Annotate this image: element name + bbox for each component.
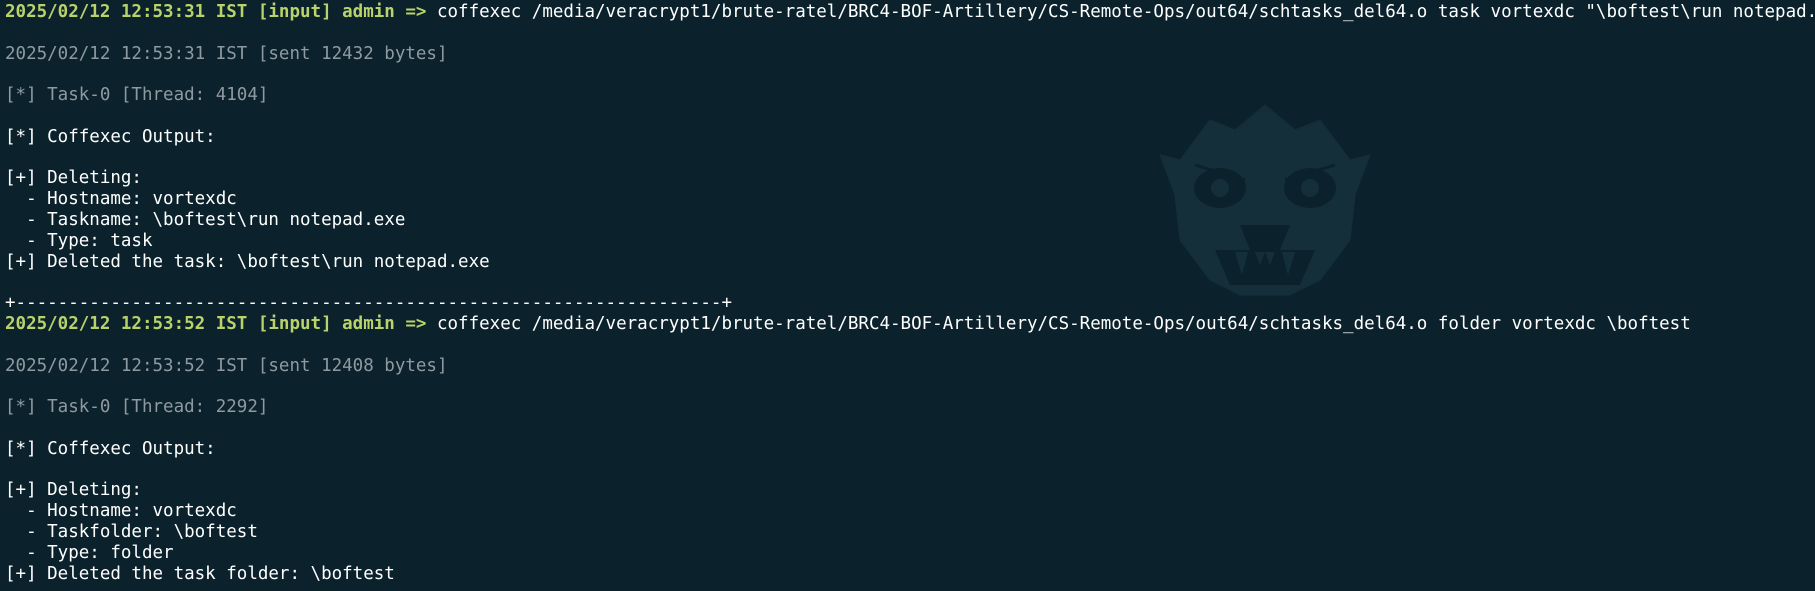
sent-bytes-line: 2025/02/12 12:53:31 IST [sent 12432 byte… xyxy=(5,43,448,64)
command-text: coffexec /media/veracrypt1/brute-ratel/B… xyxy=(426,2,1815,22)
output-header: [*] Coffexec Output: xyxy=(5,438,216,459)
output-line: - Type: folder xyxy=(5,542,174,563)
output-line: - Taskfolder: \boftest xyxy=(5,521,258,542)
sent-bytes-line: 2025/02/12 12:53:52 IST [sent 12408 byte… xyxy=(5,355,448,376)
terminal-log: 2025/02/12 12:53:31 IST [input] admin =>… xyxy=(5,2,1815,584)
output-line: [+] Deleting: xyxy=(5,480,142,501)
command-line: 2025/02/12 12:53:52 IST [input] admin =>… xyxy=(5,314,1815,335)
command-text: coffexec /media/veracrypt1/brute-ratel/B… xyxy=(426,313,1691,334)
prompt: 2025/02/12 12:53:52 IST [input] admin => xyxy=(5,313,427,334)
separator-line: +---------------------------------------… xyxy=(5,293,732,314)
result-line: [+] Deleted the task folder: \boftest xyxy=(5,563,395,584)
result-line: [+] Deleted the task: \boftest\run notep… xyxy=(5,251,490,272)
output-line: - Hostname: vortexdc xyxy=(5,501,237,522)
terminal-window[interactable]: 2025/02/12 12:53:31 IST [input] admin =>… xyxy=(0,0,1815,591)
task-line: [*] Task-0 [Thread: 4104] xyxy=(5,85,269,106)
output-line: - Hostname: vortexdc xyxy=(5,189,237,210)
output-line: [+] Deleting: xyxy=(5,168,142,189)
task-line: [*] Task-0 [Thread: 2292] xyxy=(5,397,269,418)
command-line: 2025/02/12 12:53:31 IST [input] admin =>… xyxy=(5,2,1815,23)
prompt: 2025/02/12 12:53:31 IST [input] admin => xyxy=(5,2,427,22)
output-header: [*] Coffexec Output: xyxy=(5,126,216,147)
output-line: - Type: task xyxy=(5,230,153,251)
output-line: - Taskname: \boftest\run notepad.exe xyxy=(5,209,406,230)
